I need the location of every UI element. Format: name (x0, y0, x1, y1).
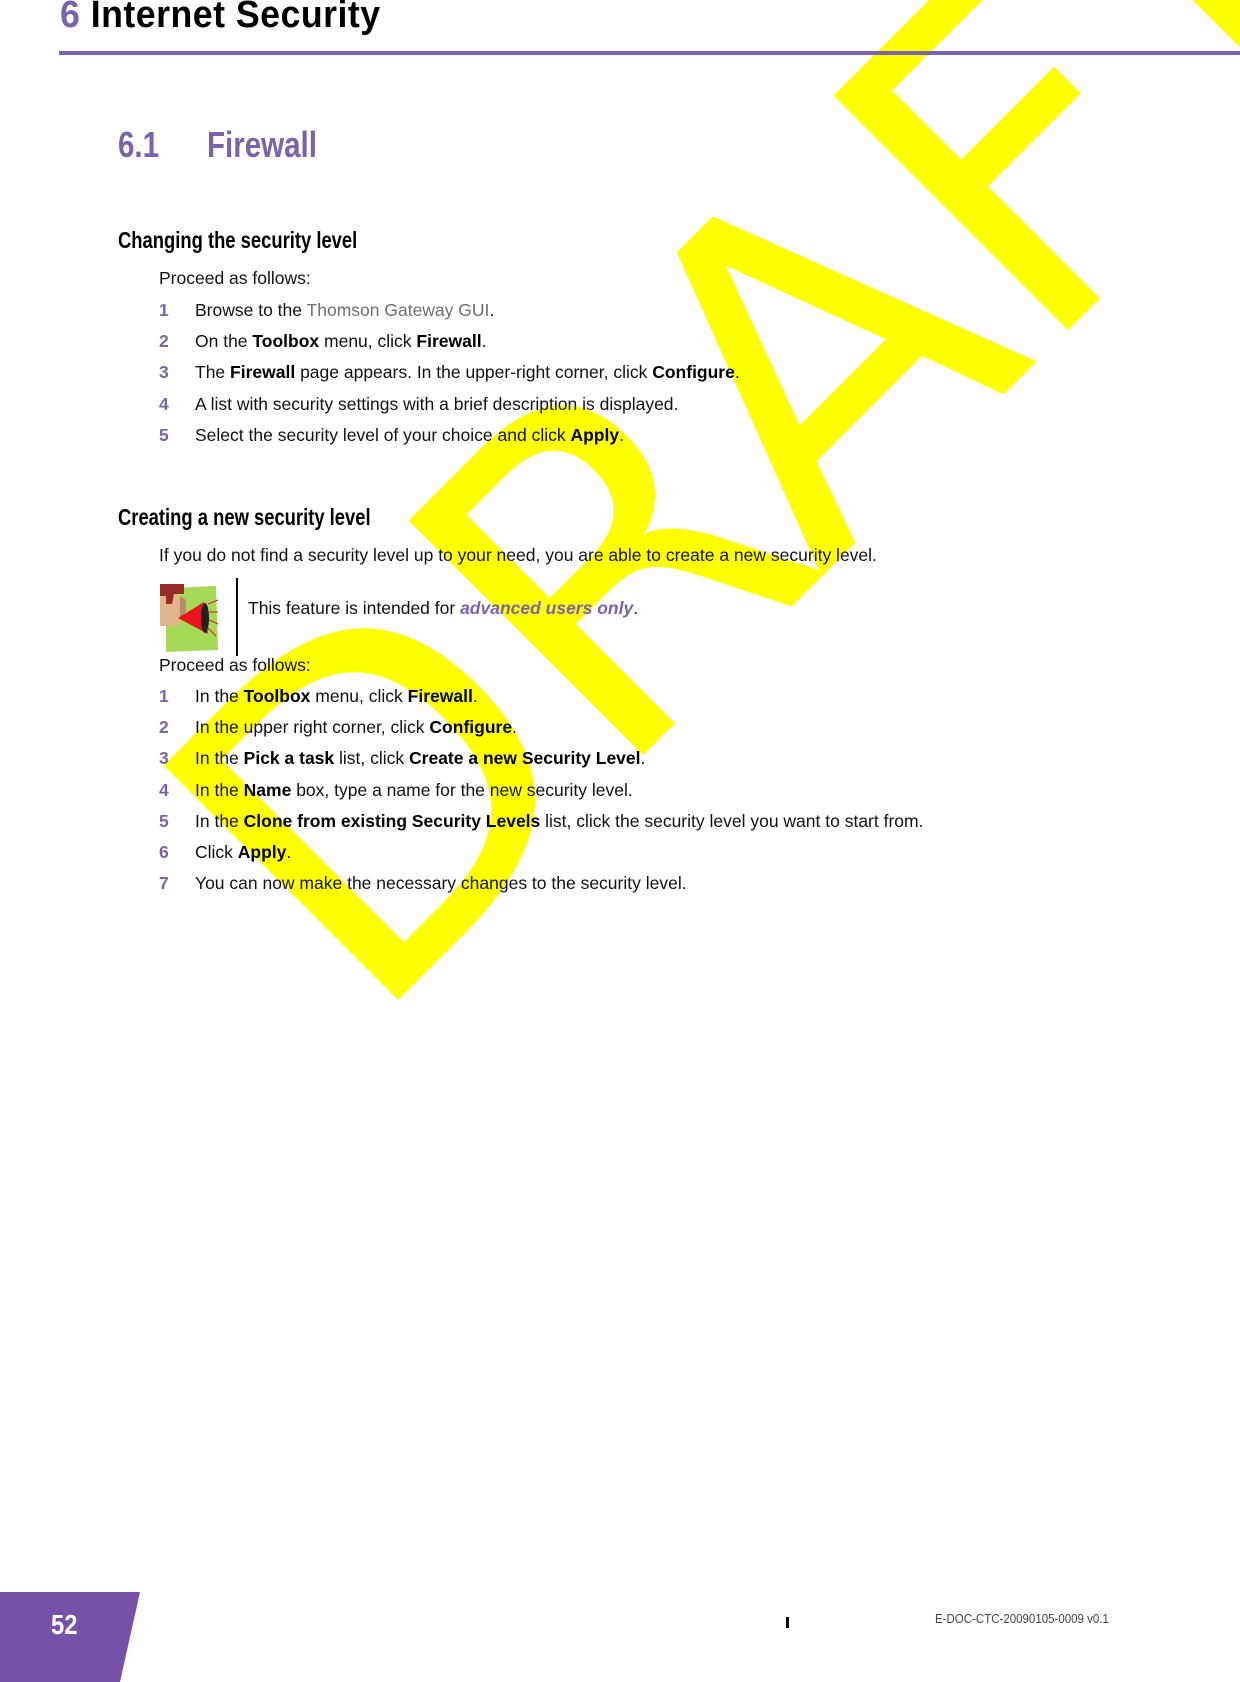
ui-term: Apply (570, 424, 620, 445)
step-text: Browse to the Thomson Gateway GUI. (195, 300, 494, 321)
ui-term: Firewall (416, 331, 482, 352)
document-page: 6 Internet Security 6.1 Firewall Changin… (0, 0, 1240, 1682)
step-fragment: Click (195, 842, 238, 862)
step-text: Select the security level of your choice… (195, 425, 624, 446)
ui-term: Firewall (230, 362, 296, 383)
step-fragment: menu, click (319, 331, 417, 352)
changing-intro: Proceed as follows: (159, 268, 311, 288)
step-number: 2 (159, 717, 169, 738)
step-fragment: A list with security settings with a bri… (195, 393, 679, 414)
ui-term: Firewall (407, 686, 473, 706)
step-text: In the Toolbox menu, click Firewall. (195, 686, 478, 707)
creating-intro: Proceed as follows: (159, 655, 311, 675)
chapter-title: 6 Internet Security (60, 0, 381, 37)
step-number: 4 (159, 393, 169, 414)
step-text: In the upper right corner, click Configu… (195, 717, 517, 738)
chapter-number: 6 (60, 0, 81, 36)
step-fragment: . (734, 362, 740, 383)
page-number: 52 (51, 1609, 78, 1640)
ui-term: Create a new Security Level (409, 748, 641, 769)
step-text: The Firewall page appears. In the upper-… (195, 362, 740, 383)
step-text: On the Toolbox menu, click Firewall. (195, 331, 486, 352)
step-fragment: In the (195, 748, 244, 769)
note-prefix: This feature is intended for (248, 598, 461, 618)
step-fragment: . (286, 842, 292, 862)
step-fragment: . (472, 686, 478, 706)
ui-term: Name (243, 779, 292, 800)
step-number: 7 (159, 873, 169, 894)
step-fragment: Select the security level of your choice… (195, 424, 571, 445)
note-suffix: . (633, 598, 639, 618)
step-number: 1 (159, 300, 169, 320)
step-fragment: In the upper right corner, click (195, 717, 430, 738)
step-number: 5 (159, 424, 169, 445)
ui-term: Pick a task (243, 748, 335, 769)
step-fragment: In the (195, 686, 244, 706)
step-fragment: . (481, 331, 487, 352)
step-fragment: list, click the security level you want … (540, 810, 924, 831)
subheading-creating-security-level: Creating a new security level (118, 504, 371, 530)
document-id: E-DOC-CTC-20090105-0009 v0.1 (935, 1612, 1109, 1626)
step-fragment: menu, click (310, 686, 408, 706)
chapter-title-text: Internet Security (90, 0, 381, 36)
ui-term: Toolbox (243, 686, 311, 706)
ui-term: Toolbox (252, 331, 320, 352)
step-number: 6 (159, 842, 169, 862)
step-number: 2 (159, 331, 169, 352)
step-fragment: You can now make the necessary changes t… (195, 873, 687, 894)
step-number: 4 (159, 779, 169, 800)
creating-description: If you do not find a security level up t… (159, 545, 877, 565)
step-fragment: On the (195, 331, 253, 352)
step-fragment: . (489, 300, 495, 320)
step-fragment: . (640, 748, 646, 769)
ui-term: Clone from existing Security Levels (243, 810, 541, 831)
ui-term: Apply (237, 842, 287, 862)
step-number: 3 (159, 748, 169, 769)
megaphone-warning-icon (160, 584, 219, 652)
gui-reference: Thomson Gateway GUI (306, 300, 490, 320)
section-number: 6.1 (118, 124, 160, 165)
ui-term: Configure (652, 362, 735, 383)
section-title: Firewall (207, 124, 317, 165)
step-fragment: list, click (334, 748, 410, 769)
step-text: A list with security settings with a bri… (195, 394, 678, 415)
step-text: In the Name box, type a name for the new… (195, 780, 633, 801)
step-fragment: Browse to the (195, 300, 307, 320)
note-divider (236, 578, 238, 656)
note-emphasis: advanced users only (460, 598, 634, 618)
step-fragment: box, type a name for the new security le… (291, 779, 633, 800)
ui-term: Configure (429, 717, 513, 738)
step-fragment: The (195, 362, 231, 383)
step-text: In the Clone from existing Security Leve… (195, 811, 923, 832)
step-number: 5 (159, 810, 169, 831)
step-fragment: page appears. In the upper-right corner,… (295, 362, 653, 383)
step-text: You can now make the necessary changes t… (195, 873, 687, 894)
note-text: This feature is intended for advanced us… (248, 598, 638, 619)
step-text: Click Apply. (195, 842, 291, 863)
subheading-changing-security-level: Changing the security level (118, 227, 358, 253)
step-fragment: . (512, 717, 517, 738)
step-number: 3 (159, 362, 169, 383)
step-fragment: In the (195, 810, 244, 831)
step-fragment: In the (195, 779, 244, 800)
step-number: 1 (159, 686, 169, 706)
footer-marker (786, 1617, 789, 1628)
step-text: In the Pick a task list, click Create a … (195, 748, 645, 769)
chapter-rule-divider (59, 51, 1240, 55)
step-fragment: . (619, 424, 624, 445)
